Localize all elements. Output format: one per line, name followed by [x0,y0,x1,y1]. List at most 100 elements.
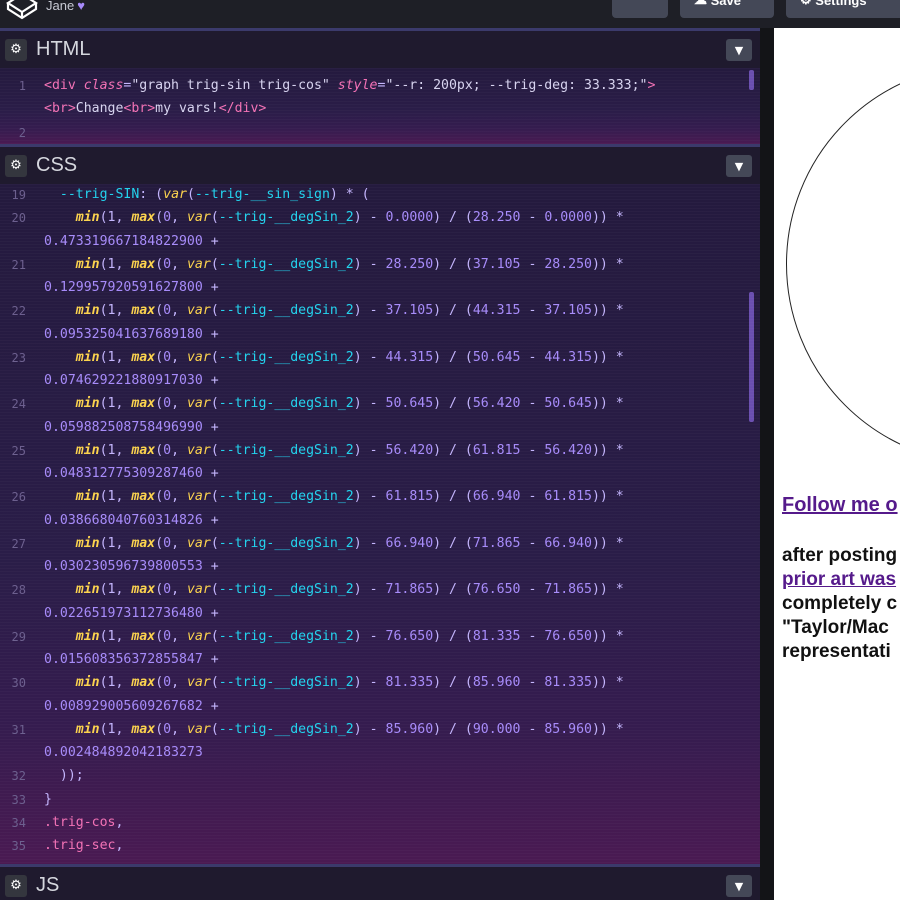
code-token: 85.960 [385,721,434,737]
code-token: 0.022651973112736480 [44,605,203,621]
code-token: ) - [353,535,386,551]
code-token: 0.008929005609267682 [44,698,203,714]
css-settings-icon[interactable]: ⚙ [5,154,27,177]
code-token: ( [155,489,164,505]
css-editor[interactable]: 19 --trig-SIN: (var(--trig-__sin_sign) *… [0,184,760,864]
follow-link[interactable]: Follow me o [782,494,898,517]
code-token: var [186,442,211,458]
code-token: 66.940 [385,535,434,551]
html-editor[interactable]: 1 <div class="graph trig-sin trig-cos" st… [0,68,760,144]
code-token: ( [210,721,219,737]
code-token: , [171,489,187,505]
code-text: min(1, max(0, var(--trig-__degSin_2) - 3… [44,301,624,321]
code-token: + [202,605,219,621]
code-token: 0.048312775309287460 [44,466,203,481]
code-token: min [75,256,100,272]
code-token: 0 [163,628,172,644]
code-token: min [75,582,100,598]
line-number: 22 [11,304,26,319]
code-token: ) / ( [433,721,473,737]
code-token: - [520,442,545,458]
js-settings-icon[interactable]: ⚙ [5,874,27,897]
code-token: ( [210,582,219,598]
html-settings-icon[interactable]: ⚙ [5,38,27,61]
code-token: ) - [353,349,386,365]
html-collapse-chevron-icon[interactable]: ▼ [726,39,752,61]
code-token: max [131,303,156,319]
code-token: ( [155,675,164,691]
code-text: 0.030230596739800553 + [44,557,219,577]
code-token: 0.129957920591627800 [44,280,203,295]
code-token: min [75,442,100,458]
preview-pane: Follow me o after posting prior art was co… [774,28,900,900]
prior-art-link[interactable]: prior art was [782,568,897,592]
code-token: - [520,489,545,505]
code-token: 44.315 [385,349,434,365]
code-token: 0 [163,442,172,458]
code-token: )) * [591,582,624,598]
line-number: 26 [11,490,26,505]
code-token: + [202,326,219,342]
code-token: ) - [353,675,386,691]
code-token: : ( [139,187,164,202]
line-number: 31 [11,722,26,737]
code-token: --trig-__degSin_2 [218,489,354,505]
code-token: ( [210,303,219,319]
code-token: , [171,349,187,365]
code-text: 0.129957920591627800 + [44,278,219,298]
line-number: 29 [11,629,26,644]
code-token: 0.0000 [544,210,592,226]
code-token: (1, [99,721,132,737]
line-number: 35 [11,839,26,853]
line-number: 25 [11,443,26,458]
js-panel-title: JS [36,874,60,896]
code-token: ) / ( [433,256,473,272]
code-token: 28.250 [544,256,592,272]
code-token: 76.650 [472,582,521,598]
preview-text-line: representati [782,641,891,662]
code-token: 37.105 [472,256,521,272]
code-token: 0 [163,349,172,365]
code-token: ( [155,628,164,644]
code-token: 0.015608356372855847 [44,652,203,667]
code-token: ( [210,256,219,272]
code-token: max [131,582,156,598]
js-collapse-chevron-icon[interactable]: ▼ [726,875,752,897]
code-token: 0 [163,210,172,226]
css-collapse-chevron-icon[interactable]: ▼ [726,155,752,177]
code-token: 66.940 [544,535,592,551]
code-token: 61.815 [385,489,434,505]
save-button[interactable]: ☁ Save [680,0,774,18]
line-number: 2 [18,125,26,140]
code-token: + [202,419,219,435]
code-token: , [171,535,187,551]
code-token: ( [155,349,164,365]
code-token: ) - [353,210,386,226]
code-text: )); [44,766,84,786]
settings-button[interactable]: ⚙ Settings [786,0,900,18]
code-token: ( [155,396,164,412]
code-token: <br> [123,101,156,117]
line-number: 24 [11,397,26,412]
code-token: , [171,675,187,691]
code-text: min(1, max(0, var(--trig-__degSin_2) - 7… [44,580,624,600]
code-token: max [131,721,156,737]
code-token: max [131,442,156,458]
code-token: )) * [591,535,624,551]
codepen-logo-icon[interactable] [6,0,38,20]
html-scrollbar[interactable] [749,70,754,90]
code-token: 76.650 [544,628,592,644]
css-scrollbar[interactable] [749,292,754,422]
code-token: 71.865 [472,535,521,551]
resize-divider[interactable] [760,28,774,900]
code-token: )); [44,768,84,784]
username[interactable]: Jane ♥ [46,0,85,13]
menu-button[interactable] [612,0,668,18]
code-token: --trig-__degSin_2 [218,396,354,412]
code-token: Change [75,101,124,117]
